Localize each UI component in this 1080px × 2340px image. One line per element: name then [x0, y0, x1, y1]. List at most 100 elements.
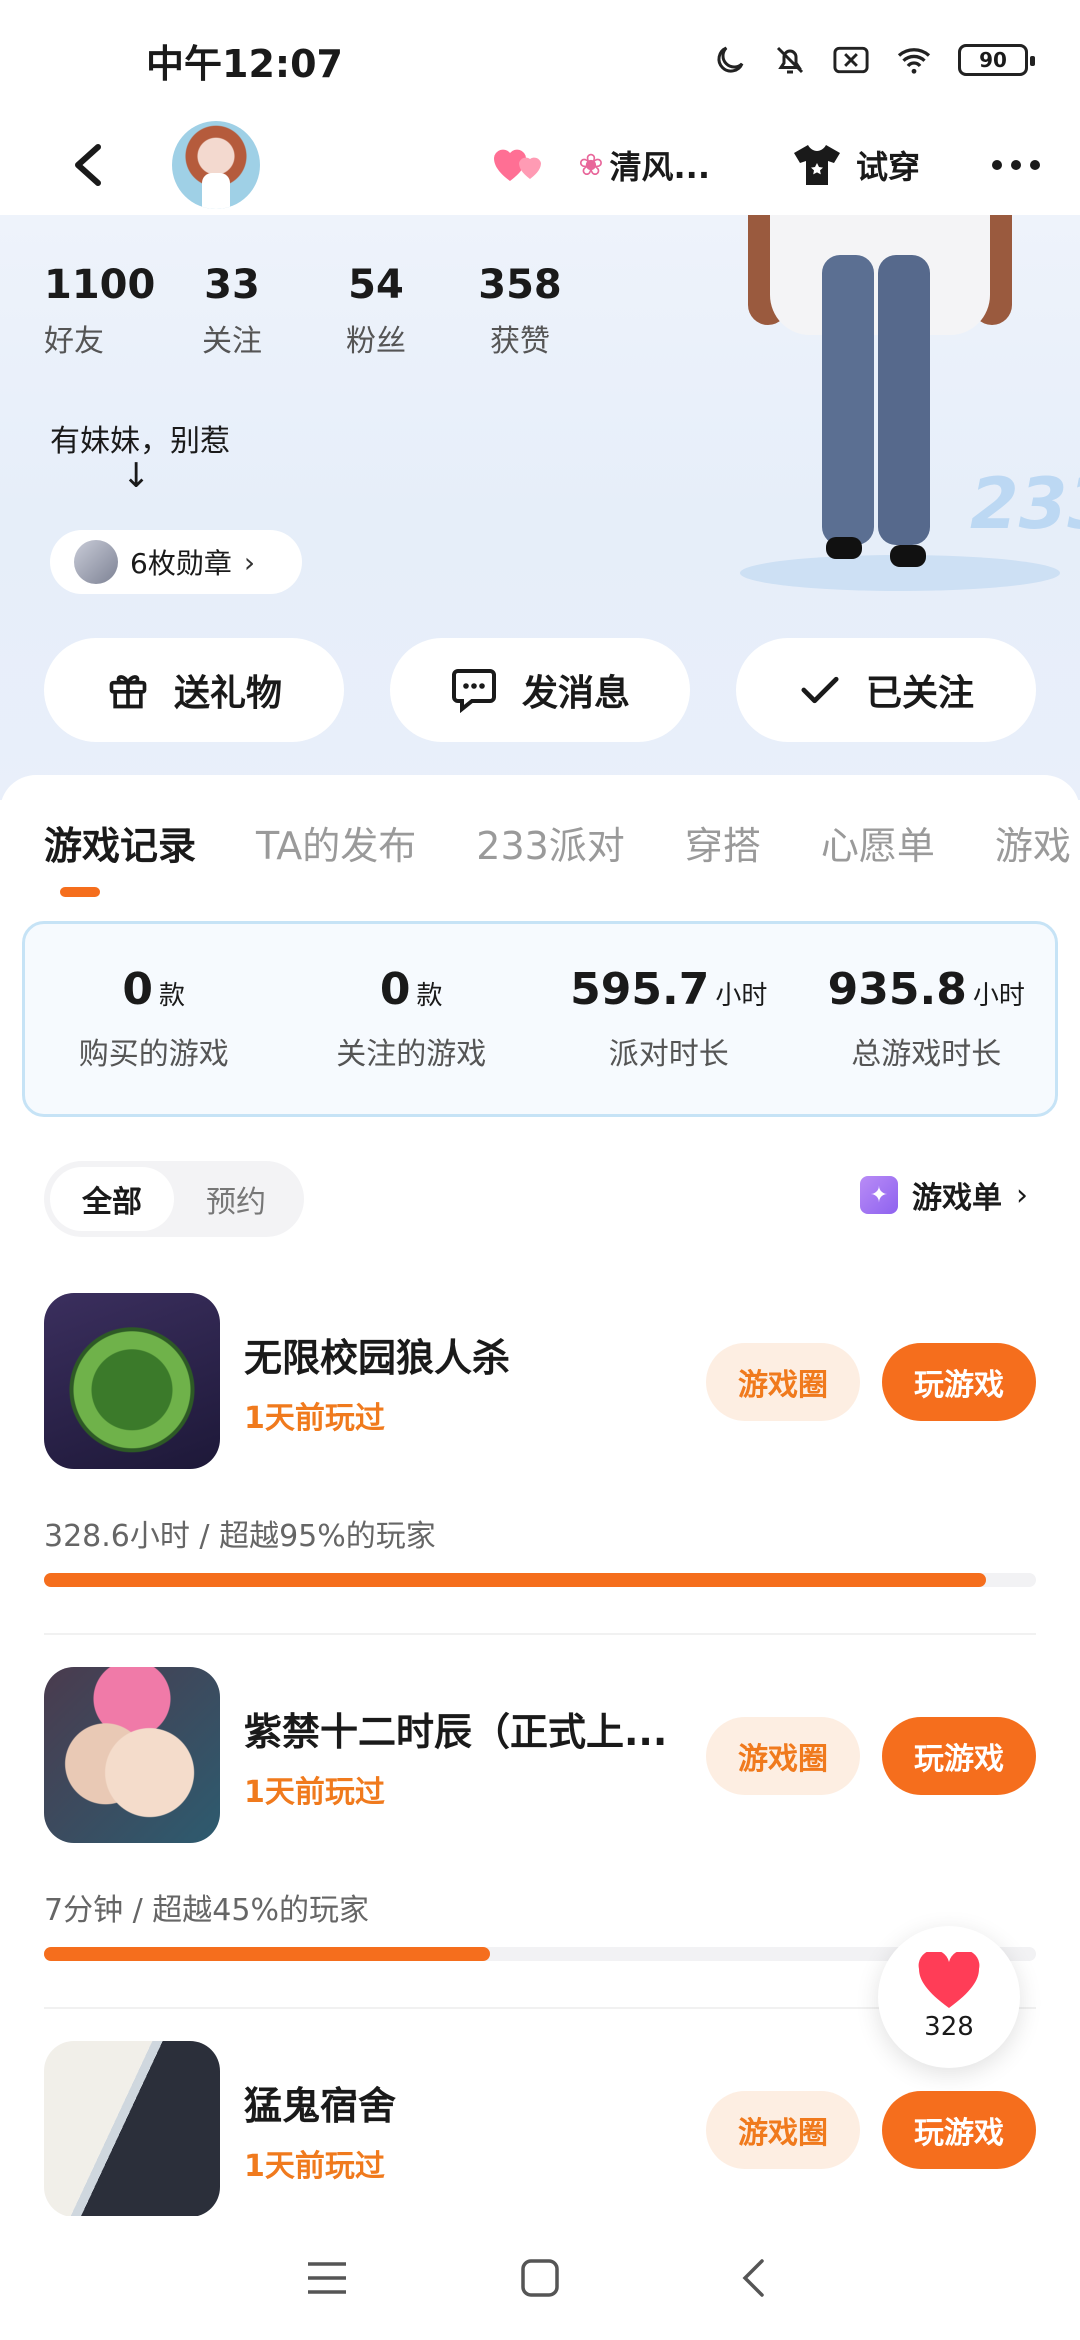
figure-shoe [826, 537, 862, 559]
medals-button[interactable]: 6枚勋章 › [50, 530, 302, 594]
play-game-button[interactable]: 玩游戏 [882, 2091, 1036, 2169]
summary-label: 关注的游戏 [336, 1037, 487, 1072]
game-title: 猛鬼宿舍 [244, 2084, 397, 2128]
figure-shoe [890, 545, 926, 567]
menu-icon [307, 2262, 346, 2294]
game-circle-button[interactable]: 游戏圈 [706, 1343, 860, 1421]
summary-purchased-games[interactable]: 0款 购买的游戏 [25, 924, 283, 1114]
game-summary-card: 0款 购买的游戏 0款 关注的游戏 595.7 小时 派对时长 935.8 小时 总… [22, 921, 1058, 1117]
chevron-right-icon: › [1016, 1177, 1028, 1213]
stat-value: 33 [204, 262, 260, 308]
game-icon[interactable] [44, 1293, 220, 1469]
stat-value: 358 [478, 262, 562, 308]
divider [44, 1633, 1036, 1635]
summary-total-play-time[interactable]: 935.8 小时 总游戏时长 [798, 924, 1056, 1114]
stat-label: 获赞 [490, 324, 550, 359]
send-message-label: 发消息 [521, 673, 630, 714]
avatar-character-figure[interactable]: 233 [740, 215, 1080, 595]
send-gift-button[interactable]: 送礼物 [44, 638, 344, 742]
game-play-time: 328.6小时 / 超越95%的玩家 [44, 1519, 436, 1554]
summary-party-time[interactable]: 595.7 小时 派对时长 [540, 924, 798, 1114]
more-options-button[interactable] [992, 160, 1040, 170]
followed-button[interactable]: 已关注 [736, 638, 1036, 742]
checkmark-icon [801, 676, 839, 704]
tab-ta-posts[interactable]: TA的发布 [256, 815, 416, 870]
stat-label: 关注 [202, 324, 262, 359]
game-record-item[interactable]: 猛鬼宿舍 1天前玩过 游戏圈 玩游戏 [44, 2041, 1036, 2231]
gift-icon [109, 675, 147, 709]
figure-leg [878, 255, 930, 545]
stat-value: 1100 [44, 262, 156, 308]
tshirt-icon [793, 145, 840, 185]
dot-icon [1030, 160, 1040, 170]
tulip-icon: ❀ [578, 147, 604, 183]
sim-off-icon [833, 46, 869, 74]
tab-party[interactable]: 233派对 [476, 815, 625, 870]
profile-stats: 1100 好友 33 关注 54 粉丝 358 获赞 [44, 262, 568, 360]
stat-value: 54 [348, 262, 404, 308]
game-last-played: 1天前玩过 [244, 1775, 385, 1810]
platform-number: 233 [970, 463, 1080, 545]
summary-followed-games[interactable]: 0款 关注的游戏 [283, 924, 541, 1114]
chat-bubble-icon [451, 669, 496, 713]
stat-likes[interactable]: 358 获赞 [472, 262, 568, 360]
bio-arrow: ↓ [122, 456, 151, 496]
stat-friends[interactable]: 1100 好友 [44, 262, 156, 360]
game-circle-button[interactable]: 游戏圈 [706, 1717, 860, 1795]
try-on-label: 试穿 [855, 148, 920, 186]
progress-fill [44, 1947, 491, 1961]
nickname-label[interactable]: ❀ 清风... [578, 142, 710, 188]
user-avatar[interactable] [172, 121, 260, 209]
game-filter-toggle: 全部 预约 [44, 1161, 304, 1237]
play-time-progress [44, 1573, 1036, 1587]
figure-leg [822, 255, 874, 545]
bell-muted-icon [776, 46, 804, 74]
game-record-item[interactable]: 紫禁十二时辰（正式上... 1天前玩过 游戏圈 玩游戏 7分钟 / 超越45%的… [44, 1667, 1036, 2009]
summary-unit: 小时 [715, 981, 768, 1011]
floating-like-button[interactable]: 328 [878, 1926, 1020, 2068]
stat-label: 粉丝 [346, 324, 406, 359]
play-time-progress [44, 1947, 1036, 1961]
tab-outfits[interactable]: 穿搭 [685, 815, 761, 870]
status-time: 中午12:07 [146, 41, 343, 86]
summary-value: 935.8 [827, 964, 967, 1015]
profile-tabs: 游戏记录 TA的发布 233派对 穿搭 心愿单 游戏 [44, 815, 1080, 870]
game-playlist-label: 游戏单 [912, 1181, 1002, 1216]
summary-unit: 款 [159, 981, 186, 1011]
home-square-icon [521, 2259, 559, 2297]
nav-home-button[interactable] [500, 2238, 580, 2318]
nav-menu-button[interactable] [287, 2238, 367, 2318]
tab-wishlist[interactable]: 心愿单 [821, 815, 935, 870]
like-count: 328 [924, 2012, 974, 2042]
play-game-button[interactable]: 玩游戏 [882, 1717, 1036, 1795]
stat-following[interactable]: 33 关注 [184, 262, 280, 360]
battery-indicator: 90 [958, 44, 1035, 76]
wifi-icon [897, 48, 931, 74]
back-arrow-icon [75, 144, 101, 186]
game-icon[interactable] [44, 1667, 220, 1843]
summary-value: 595.7 [570, 964, 710, 1015]
battery-level: 90 [979, 48, 1007, 72]
filter-reserved[interactable]: 预约 [174, 1167, 298, 1231]
back-button[interactable] [60, 135, 120, 195]
heart-icon [918, 1952, 980, 2008]
play-game-button[interactable]: 玩游戏 [882, 1343, 1036, 1421]
couple-heart-icon[interactable] [492, 145, 550, 185]
tab-games[interactable]: 游戏 [995, 815, 1071, 870]
summary-label: 派对时长 [608, 1037, 729, 1072]
profile-bio: 有妹妹，别惹 [50, 424, 230, 459]
tab-game-records[interactable]: 游戏记录 [44, 815, 196, 870]
game-icon[interactable] [44, 2041, 220, 2217]
send-message-button[interactable]: 发消息 [390, 638, 690, 742]
filter-all[interactable]: 全部 [50, 1167, 174, 1231]
stat-fans[interactable]: 54 粉丝 [328, 262, 424, 360]
game-circle-button[interactable]: 游戏圈 [706, 2091, 860, 2169]
nav-back-button[interactable] [713, 2238, 793, 2318]
game-title: 无限校园狼人杀 [244, 1336, 511, 1380]
profile-actions: 送礼物 发消息 已关注 [44, 638, 1036, 742]
game-record-item[interactable]: 无限校园狼人杀 1天前玩过 游戏圈 玩游戏 328.6小时 / 超越95%的玩家 [44, 1293, 1036, 1635]
game-playlist-link[interactable]: ✦ 游戏单 › [860, 1173, 1028, 1217]
followed-label: 已关注 [865, 673, 974, 714]
dot-icon [1011, 160, 1021, 170]
try-on-button[interactable]: 试穿 [792, 142, 920, 188]
